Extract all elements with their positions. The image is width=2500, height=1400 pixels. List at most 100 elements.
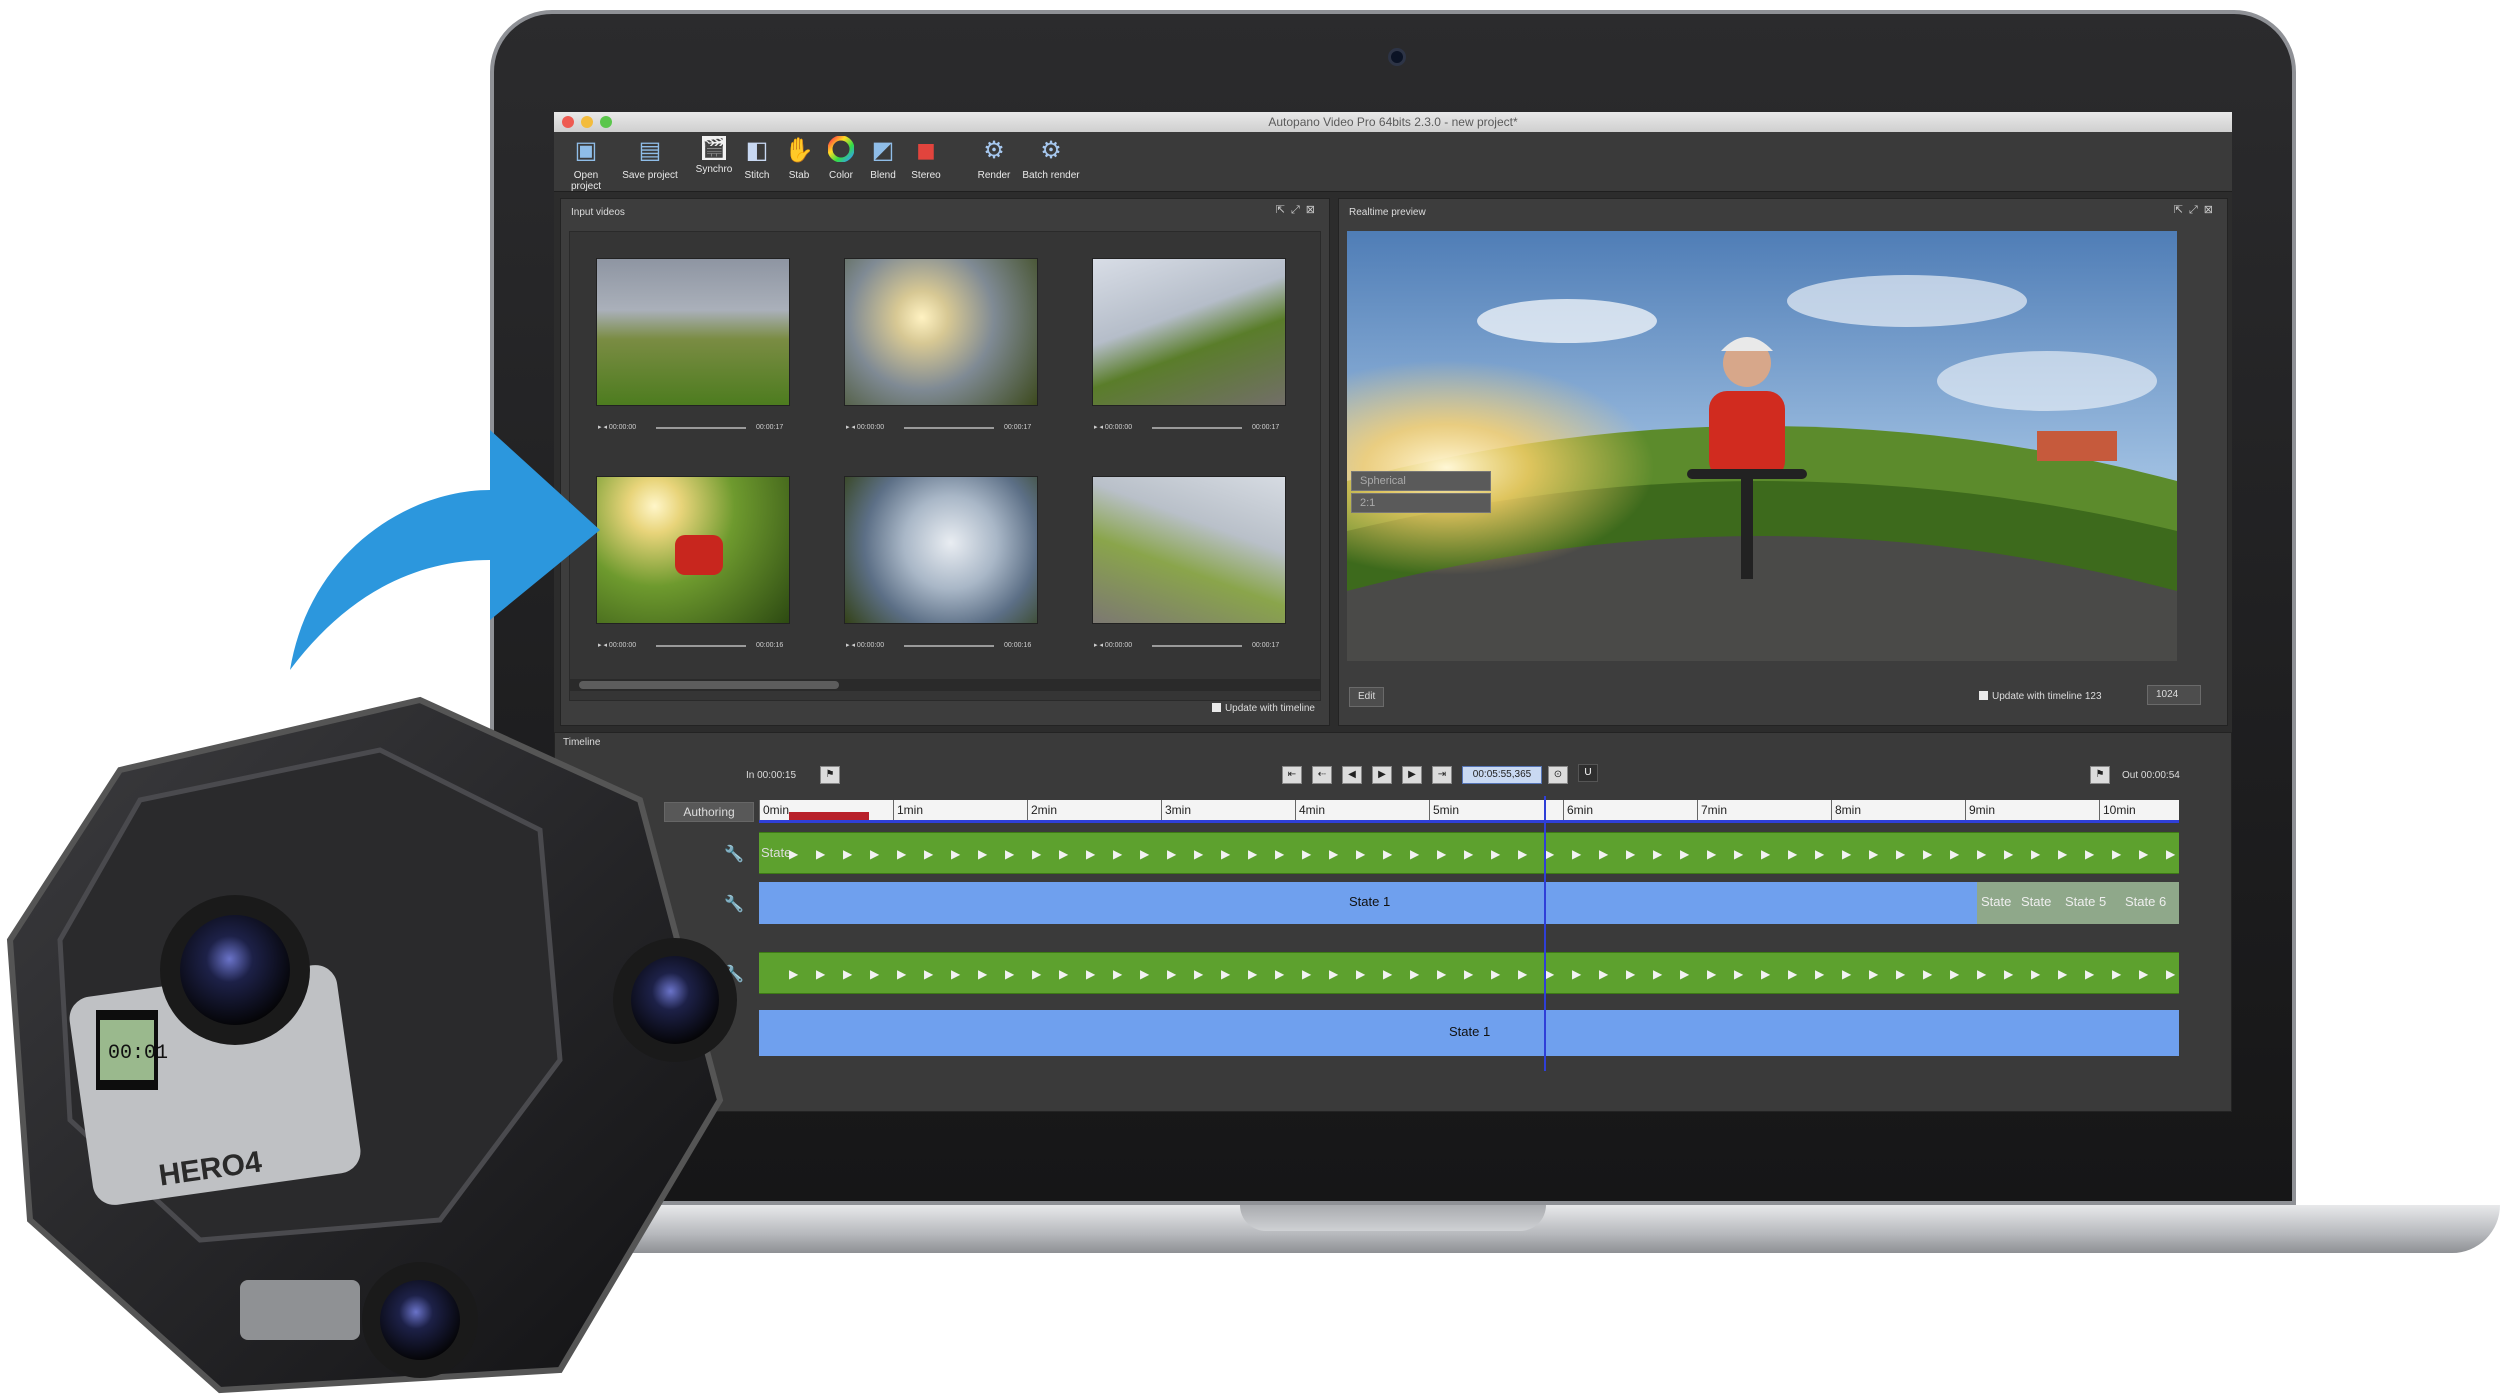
clapperboard-icon: 🎬 <box>702 136 726 160</box>
panorama-preview[interactable]: Spherical 2:1 <box>1347 231 2177 661</box>
magnet-icon[interactable]: U <box>1578 764 1598 782</box>
frame-marker-icon: ▶ <box>1869 967 1879 981</box>
video-scrubber[interactable]: ▸ ◂ 00:00:00 00:00:17 <box>1094 638 1288 654</box>
video-scrubber[interactable]: ▸ ◂ 00:00:00 00:00:16 <box>846 638 1040 654</box>
frame-marker-icon: ▶ <box>1788 967 1798 981</box>
frame-marker-icon: ▶ <box>1680 967 1690 981</box>
gopro-camera-rig: 00:01 HERO4 <box>6 696 737 1394</box>
video-thumbnail[interactable] <box>844 476 1038 624</box>
frame-marker-icon: ▶ <box>951 847 961 861</box>
frame-marker-icon: ▶ <box>1383 967 1393 981</box>
realtime-preview-title: Realtime preview <box>1349 207 1426 218</box>
stab-button[interactable]: ✋ Stab <box>782 136 816 181</box>
blend-button[interactable]: ◩ Blend <box>866 136 900 181</box>
frame-marker-icon: ▶ <box>1653 967 1663 981</box>
close-window-button[interactable] <box>562 116 574 128</box>
go-end-icon[interactable]: ⇥ <box>1432 766 1452 784</box>
prev-key-icon[interactable]: ⇠ <box>1312 766 1332 784</box>
frame-marker-icon: ▶ <box>870 967 880 981</box>
set-out-flag-icon[interactable]: ⚑ <box>2090 766 2110 784</box>
frame-marker-icon: ▶ <box>870 847 880 861</box>
frame-marker-icon: ▶ <box>1032 967 1042 981</box>
frame-marker-icon: ▶ <box>1086 847 1096 861</box>
stitch-button[interactable]: ◧ Stitch <box>740 136 774 181</box>
set-in-flag-icon[interactable]: ⚑ <box>820 766 840 784</box>
state-track-2[interactable]: State 1 <box>759 1010 2179 1056</box>
frame-marker-icon: ▶ <box>2112 847 2122 861</box>
render-button[interactable]: ⚙ Render <box>974 136 1014 181</box>
play-icon[interactable]: ▶ <box>1372 766 1392 784</box>
save-project-button[interactable]: ▤ Save project <box>622 136 678 181</box>
frame-marker-icon: ▶ <box>1113 847 1123 861</box>
video-thumbnail[interactable] <box>596 258 790 406</box>
synchro-button[interactable]: 🎬 Synchro <box>694 136 734 175</box>
frame-marker-icon: ▶ <box>2085 967 2095 981</box>
video-thumbnail[interactable] <box>844 258 1038 406</box>
color-wheel-icon <box>826 135 856 166</box>
open-project-button[interactable]: ▣ Open project <box>558 136 614 192</box>
frame-marker-icon: ▶ <box>1140 847 1150 861</box>
ruler-tick-label: 6min <box>1567 803 1594 817</box>
color-button[interactable]: Color <box>824 135 858 181</box>
video-track-1[interactable]: State ▶ ▶ ▶ ▶ ▶ ▶ ▶ ▶ ▶ ▶ ▶ ▶ ▶ ▶ ▶ ▶ ▶ ▶ ▶ ▶ ▶ ▶ ▶ ▶ ▶ ▶ ▶ ▶ ▶ ▶ ▶ ▶ ▶ ▶… <box>759 832 2179 874</box>
ruler-tick-line <box>1429 800 1430 822</box>
input-videos-title: Input videos <box>571 207 625 218</box>
panel-window-icons[interactable]: ⇱⤢⊠ <box>2174 203 2219 217</box>
frame-marker-icon: ▶ <box>1545 847 1555 861</box>
frame-marker-icon: ▶ <box>843 847 853 861</box>
video-track-2[interactable]: ▶ ▶ ▶ ▶ ▶ ▶ ▶ ▶ ▶ ▶ ▶ ▶ ▶ ▶ ▶ ▶ ▶ ▶ ▶ ▶ ▶ ▶ ▶ ▶ ▶ ▶ ▶ ▶ ▶ ▶ ▶ ▶ ▶ ▶ ▶ ▶ ▶ ▶ ▶ ▶… <box>759 952 2179 994</box>
update-with-timeline-checkbox[interactable]: Update with timeline <box>1211 703 1315 714</box>
edit-button[interactable]: Edit <box>1349 687 1385 707</box>
frame-marker-icon: ▶ <box>2058 847 2068 861</box>
video-thumbnail[interactable] <box>1092 476 1286 624</box>
batch-render-button[interactable]: ⚙ Batch render <box>1020 136 1082 181</box>
frame-marker-icon: ▶ <box>1437 847 1447 861</box>
minimize-window-button[interactable] <box>581 116 593 128</box>
ruler-tick-line <box>1161 800 1162 822</box>
snapshot-icon[interactable]: ⊙ <box>1548 766 1568 784</box>
resolution-select[interactable]: 1024 <box>2147 685 2201 705</box>
frame-marker-icon: ▶ <box>1815 847 1825 861</box>
frame-marker-icon: ▶ <box>1329 847 1339 861</box>
frame-marker-icon: ▶ <box>1194 967 1204 981</box>
current-time-field[interactable]: 00:05:55,365 <box>1462 766 1542 784</box>
arrow-icon <box>290 430 600 670</box>
ruler-tick-label: 5min <box>1433 803 1460 817</box>
frame-marker-icon: ▶ <box>1275 847 1285 861</box>
frame-marker-icon: ▶ <box>1194 847 1204 861</box>
playhead[interactable] <box>1544 796 1546 1071</box>
step-back-icon[interactable]: ◀ <box>1342 766 1362 784</box>
frame-marker-icon: ▶ <box>1788 847 1798 861</box>
frame-marker-icon: ▶ <box>1356 847 1366 861</box>
state-track-1[interactable]: State 1 State State State 5 State 6 <box>759 882 2179 924</box>
frame-marker-icon: ▶ <box>1167 967 1177 981</box>
ruler-tick-label: 8min <box>1835 803 1862 817</box>
frame-marker-icon: ▶ <box>1464 967 1474 981</box>
frame-marker-icon: ▶ <box>1950 967 1960 981</box>
frame-marker-icon: ▶ <box>978 967 988 981</box>
stereo-button[interactable]: ◼ Stereo <box>908 136 944 181</box>
frame-marker-icon: ▶ <box>789 967 799 981</box>
frame-marker-icon: ▶ <box>2139 967 2149 981</box>
webcam <box>1388 48 1406 66</box>
video-thumbnail[interactable] <box>1092 258 1286 406</box>
step-forward-icon[interactable]: ▶ <box>1402 766 1422 784</box>
timeline-ruler[interactable]: 0min 1min 2min 3min 4min 5min 6min 7min 8min 9min… <box>759 800 2179 823</box>
frame-marker-icon: ▶ <box>2112 967 2122 981</box>
maximize-window-button[interactable] <box>600 116 612 128</box>
frame-marker-icon: ▶ <box>1518 967 1528 981</box>
out-point-label: Out 00:00:54 <box>2122 770 2180 781</box>
preview-update-checkbox[interactable]: Update with timeline 123 <box>1979 691 2102 702</box>
video-scrubber[interactable]: ▸ ◂ 00:00:00 00:00:17 <box>846 420 1040 436</box>
video-scrubber[interactable]: ▸ ◂ 00:00:00 00:00:17 <box>1094 420 1288 436</box>
frame-marker-icon: ▶ <box>1410 967 1420 981</box>
gear-icon: ⚙ <box>983 137 1005 164</box>
realtime-preview-panel: Realtime preview ⇱⤢⊠ Spherical 2:1 Edit … <box>1338 198 2228 726</box>
go-start-icon[interactable]: ⇤ <box>1282 766 1302 784</box>
ratio-select[interactable]: 2:1 <box>1351 493 1491 513</box>
frame-marker-icon: ▶ <box>1005 967 1015 981</box>
frame-marker-icon: ▶ <box>1518 847 1528 861</box>
panel-window-icons[interactable]: ⇱⤢⊠ <box>1276 203 1321 217</box>
frame-marker-icon: ▶ <box>1734 967 1744 981</box>
projection-select[interactable]: Spherical <box>1351 471 1491 491</box>
